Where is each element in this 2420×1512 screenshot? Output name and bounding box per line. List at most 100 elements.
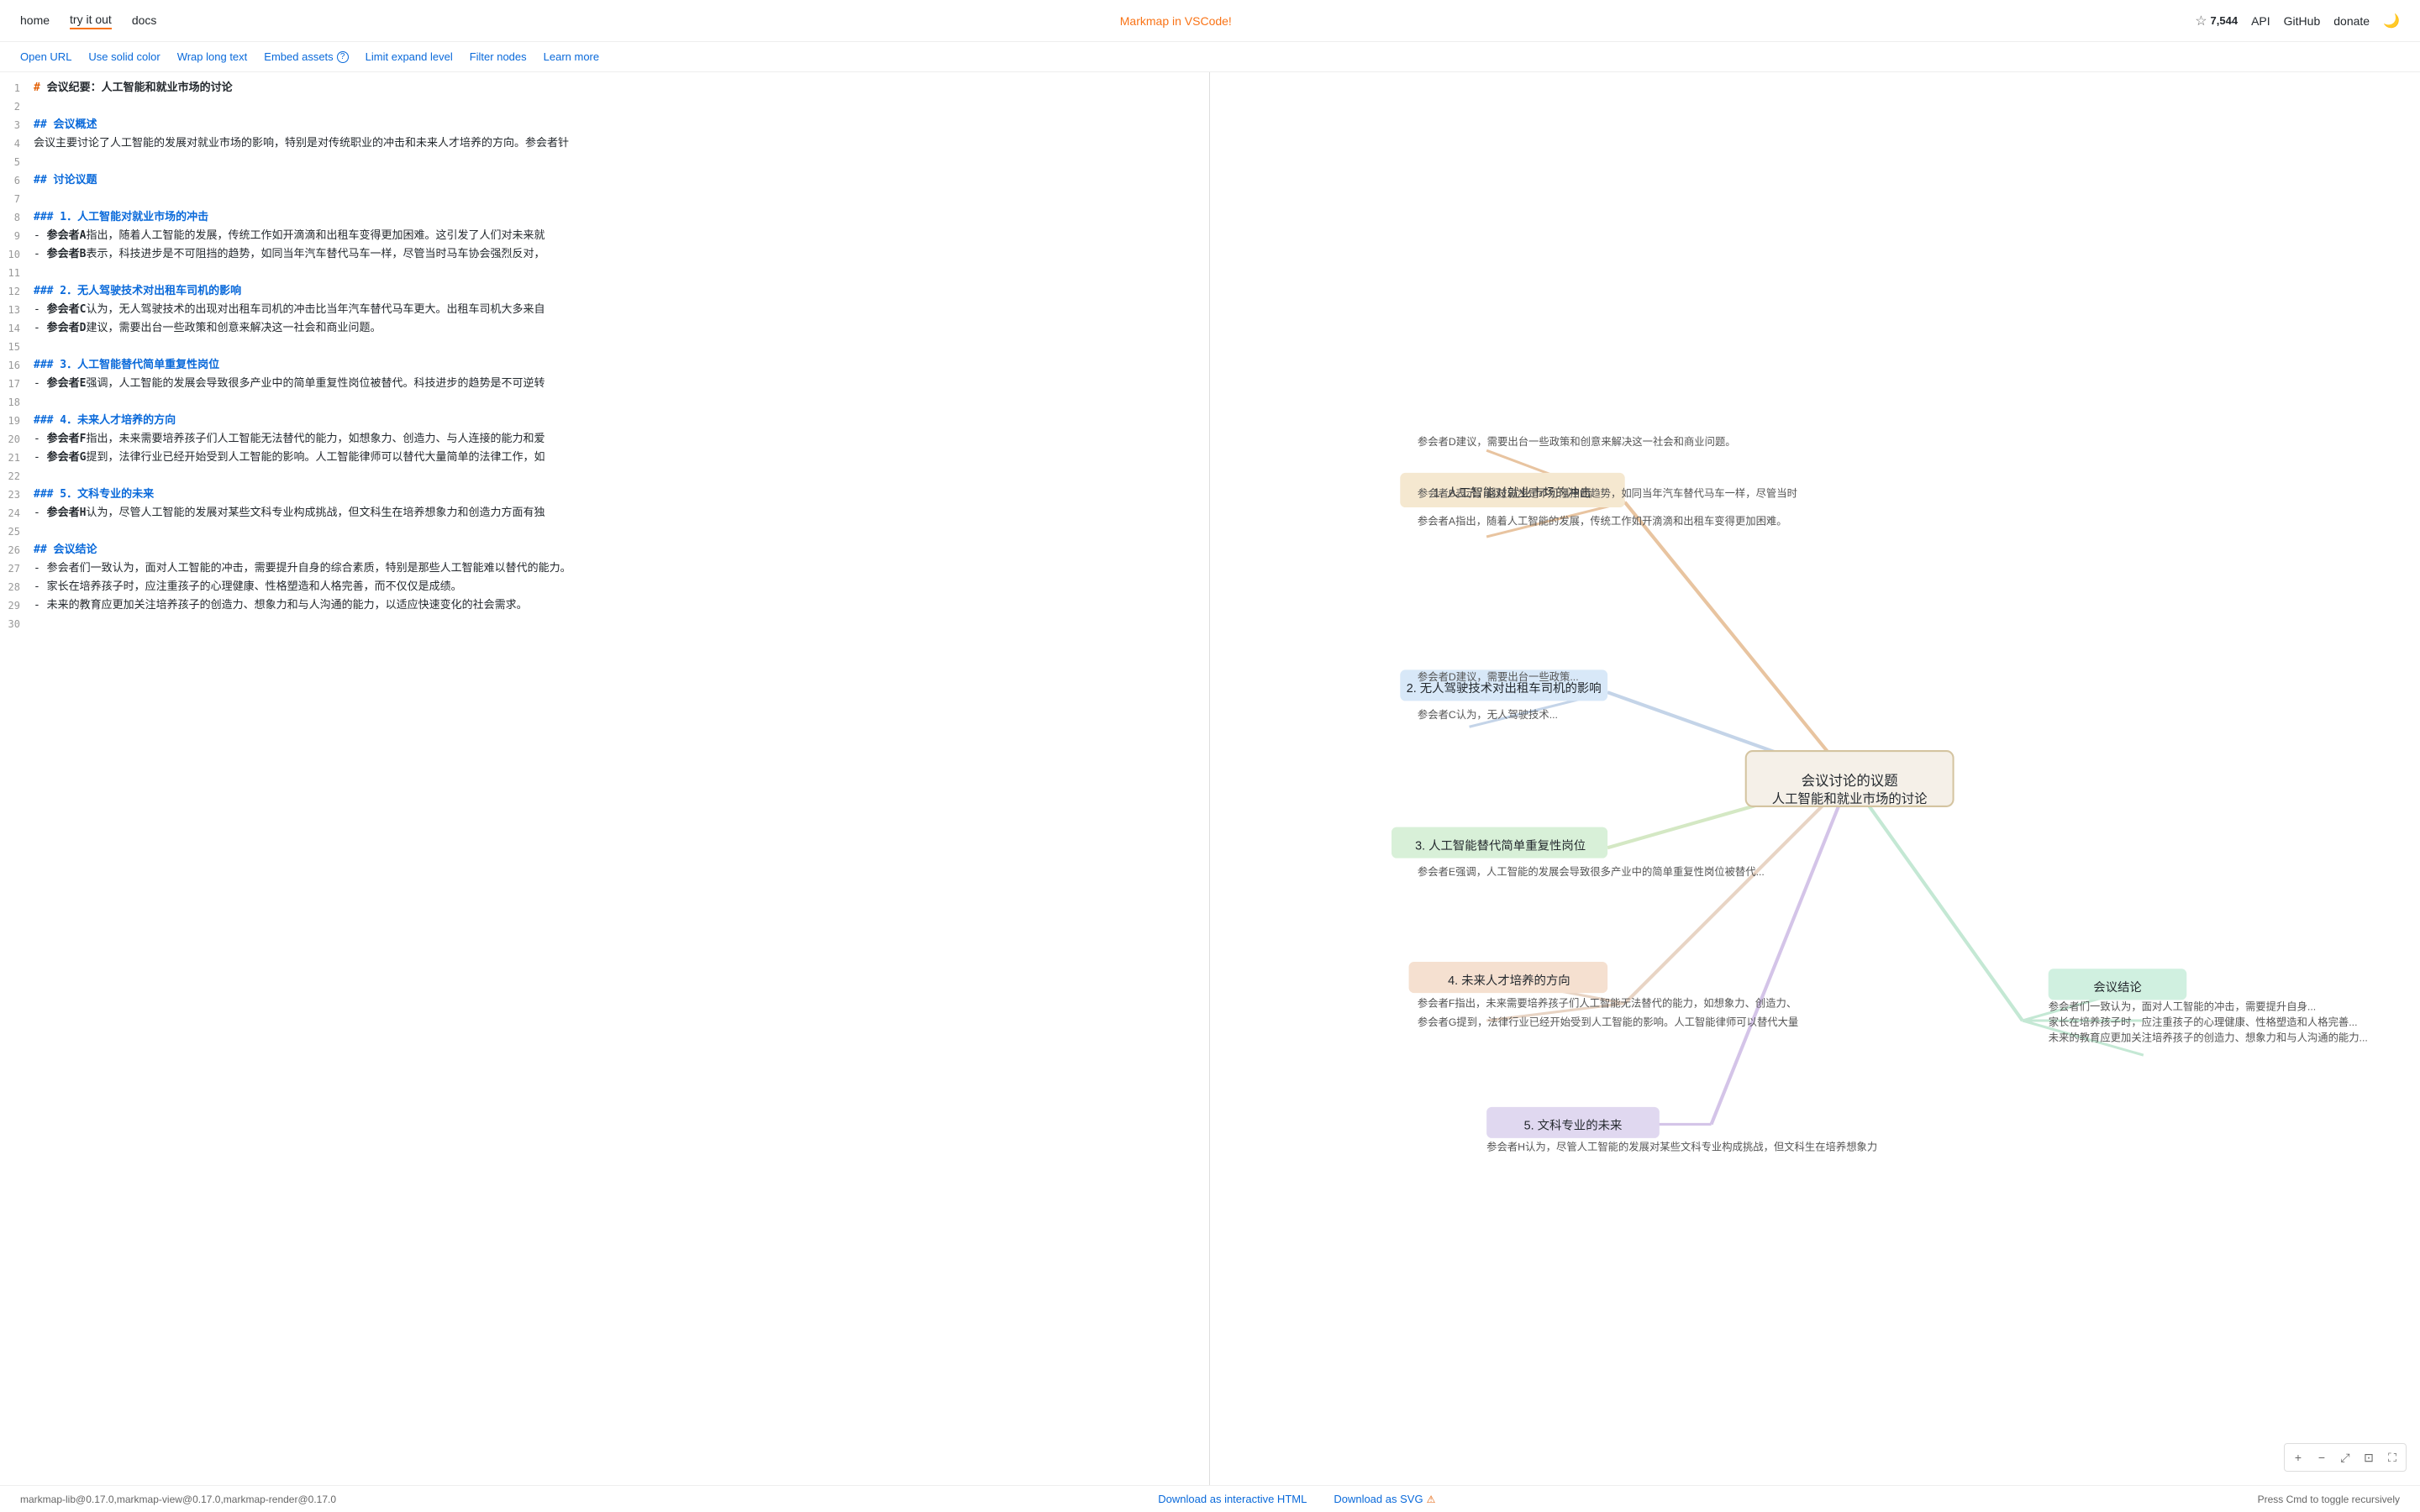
line-number: 28 (0, 578, 34, 596)
editor-line: 3## 会议概述 (0, 116, 1209, 134)
editor-line: 26## 会议结论 (0, 541, 1209, 559)
nav-links: home try it out docs (20, 13, 156, 29)
line-number: 17 (0, 375, 34, 393)
editor-line: 21- 参会者G提到，法律行业已经开始受到人工智能的影响。人工智能律师可以替代大… (0, 449, 1209, 467)
editor-line: 7 (0, 190, 1209, 208)
svg-text:参会者D建议，需要出台一些政策和创意来解决这一社会和商业问题: 参会者D建议，需要出台一些政策和创意来解决这一社会和商业问题。 (1418, 435, 1736, 448)
download-html-link[interactable]: Download as interactive HTML (1158, 1493, 1307, 1505)
line-content: - 家长在培养孩子时，应注重孩子的心理健康、性格塑造和人格完善，而不仅仅是成绩。 (34, 578, 1209, 596)
zoom-in-button[interactable]: + (2288, 1447, 2308, 1467)
nav-docs[interactable]: docs (132, 13, 157, 29)
svg-text:未来的教育应更加关注培养孩子的创造力、想象力和与人沟通的能力: 未来的教育应更加关注培养孩子的创造力、想象力和与人沟通的能力... (2049, 1032, 2368, 1044)
line-number: 13 (0, 301, 34, 319)
line-number: 4 (0, 134, 34, 153)
svg-text:人工智能和就业市场的讨论: 人工智能和就业市场的讨论 (1772, 791, 1928, 806)
svg-text:参会者A指出，随着人工智能的发展，传统工作如开滴滴和出租车变: 参会者A指出，随着人工智能的发展，传统工作如开滴滴和出租车变得更加困难。 (1418, 515, 1787, 528)
nav-title-link[interactable]: Markmap in VSCode! (1120, 14, 1232, 28)
line-number: 1 (0, 79, 34, 97)
zoom-fullscreen-button[interactable]: ⛶ (2382, 1447, 2402, 1467)
svg-text:参会者C认为，无人驾驶技术...: 参会者C认为，无人驾驶技术... (1418, 708, 1558, 721)
api-link[interactable]: API (2251, 14, 2270, 28)
line-number: 10 (0, 245, 34, 264)
svg-text:4. 未来人才培养的方向: 4. 未来人才培养的方向 (1448, 974, 1570, 988)
editor-line: 27- 参会者们一致认为，面对人工智能的冲击，需要提升自身的综合素质，特别是那些… (0, 559, 1209, 578)
toolbar-filter-nodes[interactable]: Filter nodes (470, 50, 527, 63)
toolbar-limit-expand-level[interactable]: Limit expand level (366, 50, 453, 63)
toolbar-wrap-long-text[interactable]: Wrap long text (177, 50, 248, 63)
nav-center: Markmap in VSCode! (156, 14, 2195, 28)
svg-text:5. 文科专业的未来: 5. 文科专业的未来 (1524, 1119, 1623, 1133)
mindmap-svg[interactable]: 会议讨论的议题 人工智能和就业市场的讨论 1. 人工智能对就业市场的冲击 参会者… (1210, 72, 2420, 1485)
editor-line: 16### 3．人工智能替代简单重复性岗位 (0, 356, 1209, 375)
line-number: 11 (0, 264, 34, 282)
editor-line: 2 (0, 97, 1209, 116)
line-number: 24 (0, 504, 34, 522)
editor-line: 25 (0, 522, 1209, 541)
download-svg-warning-icon: ⚠ (1427, 1494, 1436, 1505)
star-count: 7,544 (2211, 14, 2238, 27)
editor-line: 29- 未来的教育应更加关注培养孩子的创造力、想象力和与人沟通的能力，以适应快速… (0, 596, 1209, 615)
line-content: ### 2．无人驾驶技术对出租车司机的影响 (34, 282, 1209, 301)
toolbar-embed-assets[interactable]: Embed assets (264, 50, 333, 63)
theme-toggle-icon[interactable]: 🌙 (2383, 13, 2400, 29)
donate-link[interactable]: donate (2333, 14, 2370, 28)
github-link[interactable]: GitHub (2284, 14, 2321, 28)
line-content: ### 1．人工智能对就业市场的冲击 (34, 208, 1209, 227)
svg-text:参会者B表示，科技进步是不可阻挡的趋势，如同当年汽车替代马车: 参会者B表示，科技进步是不可阻挡的趋势，如同当年汽车替代马车一样，尽管当时 (1418, 487, 1797, 500)
line-content: ### 3．人工智能替代简单重复性岗位 (34, 356, 1209, 375)
editor-panel[interactable]: 1# 会议纪要：人工智能和就业市场的讨论23## 会议概述4会议主要讨论了人工智… (0, 72, 1210, 1485)
editor-line: 20- 参会者F指出，未来需要培养孩子们人工智能无法替代的能力，如想象力、创造力… (0, 430, 1209, 449)
editor-line: 14- 参会者D建议，需要出台一些政策和创意来解决这一社会和商业问题。 (0, 319, 1209, 338)
editor-line: 6## 讨论议题 (0, 171, 1209, 190)
line-content: - 参会者D建议，需要出台一些政策和创意来解决这一社会和商业问题。 (34, 319, 1209, 338)
line-number: 27 (0, 559, 34, 578)
line-number: 20 (0, 430, 34, 449)
line-content: - 参会者F指出，未来需要培养孩子们人工智能无法替代的能力，如想象力、创造力、与… (34, 430, 1209, 449)
editor-line: 30 (0, 615, 1209, 633)
line-number: 14 (0, 319, 34, 338)
nav-right: ☆ 7,544 API GitHub donate 🌙 (2195, 13, 2400, 29)
line-content: ### 4．未来人才培养的方向 (34, 412, 1209, 430)
editor-line: 9- 参会者A指出，随着人工智能的发展，传统工作如开滴滴和出租车变得更加困难。这… (0, 227, 1209, 245)
bottom-toolbar: markmap-lib@0.17.0,markmap-view@0.17.0,m… (0, 1485, 2420, 1512)
zoom-fit-button[interactable]: ⤢ (2335, 1447, 2355, 1467)
line-number: 23 (0, 486, 34, 504)
line-number: 6 (0, 171, 34, 190)
toolbar-use-solid-color[interactable]: Use solid color (88, 50, 160, 63)
line-content: 会议主要讨论了人工智能的发展对就业市场的影响，特别是对传统职业的冲击和未来人才培… (34, 134, 1209, 153)
line-number: 9 (0, 227, 34, 245)
nav-home[interactable]: home (20, 13, 50, 29)
svg-text:参会者D建议，需要出台一些政策...: 参会者D建议，需要出台一些政策... (1418, 670, 1579, 683)
svg-text:2. 无人驾驶技术对出租车司机的影响: 2. 无人驾驶技术对出租车司机的影响 (1407, 681, 1602, 696)
main-content: 1# 会议纪要：人工智能和就业市场的讨论23## 会议概述4会议主要讨论了人工智… (0, 72, 2420, 1485)
editor-line: 28- 家长在培养孩子时，应注重孩子的心理健康、性格塑造和人格完善，而不仅仅是成… (0, 578, 1209, 596)
star-icon: ☆ (2195, 13, 2207, 29)
version-info: markmap-lib@0.17.0,markmap-view@0.17.0,m… (20, 1494, 336, 1505)
toolbar-learn-more[interactable]: Learn more (544, 50, 599, 63)
line-number: 8 (0, 208, 34, 227)
download-svg-wrapper: Download as SVG ⚠ (1334, 1493, 1435, 1505)
svg-text:参会者G提到，法律行业已经开始受到人工智能的影响。人工智能律: 参会者G提到，法律行业已经开始受到人工智能的影响。人工智能律师可以替代大量 (1418, 1016, 1798, 1028)
zoom-out-button[interactable]: − (2312, 1447, 2332, 1467)
embed-assets-help-badge[interactable]: ? (337, 51, 349, 63)
line-content: - 参会者E强调，人工智能的发展会导致很多产业中的简单重复性岗位被替代。科技进步… (34, 375, 1209, 393)
line-content: - 参会者C认为，无人驾驶技术的出现对出租车司机的冲击比当年汽车替代马车更大。出… (34, 301, 1209, 319)
line-number: 29 (0, 596, 34, 615)
line-content: # 会议纪要：人工智能和就业市场的讨论 (34, 79, 1209, 97)
editor-line: 13- 参会者C认为，无人驾驶技术的出现对出租车司机的冲击比当年汽车替代马车更大… (0, 301, 1209, 319)
toolbar-open-url[interactable]: Open URL (20, 50, 71, 63)
editor-line: 1# 会议纪要：人工智能和就业市场的讨论 (0, 79, 1209, 97)
star-button[interactable]: ☆ 7,544 (2195, 13, 2238, 29)
line-content: - 参会者们一致认为，面对人工智能的冲击，需要提升自身的综合素质，特别是那些人工… (34, 559, 1209, 578)
top-navigation: home try it out docs Markmap in VSCode! … (0, 0, 2420, 42)
editor-line: 17- 参会者E强调，人工智能的发展会导致很多产业中的简单重复性岗位被替代。科技… (0, 375, 1209, 393)
editor-line: 11 (0, 264, 1209, 282)
nav-try-it-out[interactable]: try it out (70, 13, 112, 29)
line-number: 21 (0, 449, 34, 467)
line-number: 30 (0, 615, 34, 633)
editor-line: 18 (0, 393, 1209, 412)
line-content: ## 会议结论 (34, 541, 1209, 559)
zoom-reset-button[interactable]: ⊡ (2359, 1447, 2379, 1467)
download-svg-link[interactable]: Download as SVG (1334, 1493, 1423, 1505)
zoom-controls: + − ⤢ ⊡ ⛶ (2284, 1443, 2407, 1472)
